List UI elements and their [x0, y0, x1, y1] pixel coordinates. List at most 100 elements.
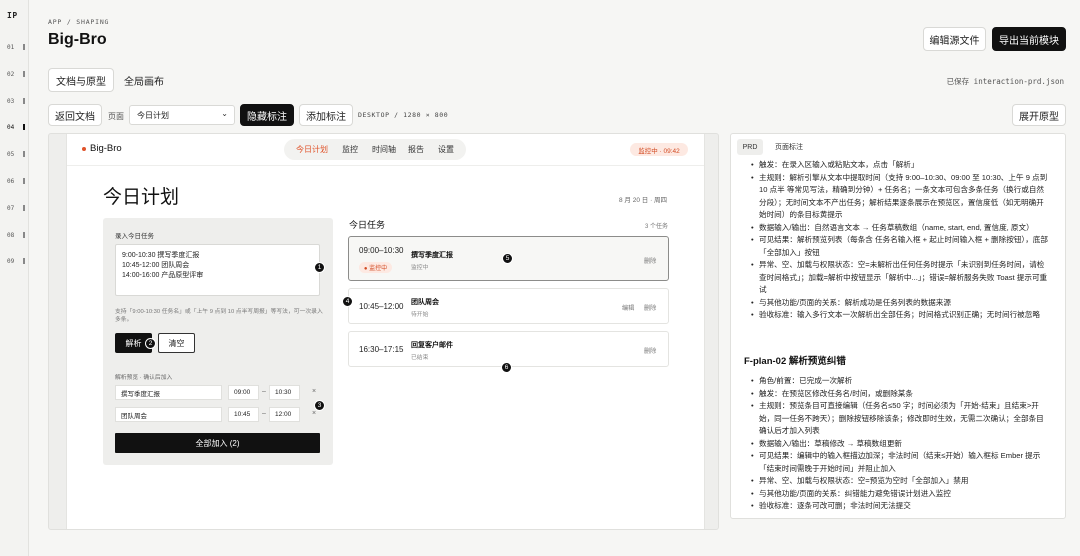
tab-global-canvas[interactable]: 全局画布 — [118, 68, 170, 92]
edit-source-button[interactable]: 编辑源文件 — [923, 27, 986, 51]
monitoring-badge: ● 监控中 — [359, 262, 392, 273]
task-name: 回复客户邮件 — [411, 342, 453, 349]
viewport-size: DESKTOP / 1280 × 800 — [358, 111, 449, 119]
task-textarea[interactable]: 9:00-10:30 撰写季度汇报 10:45-12:00 团队周会 14:00… — [115, 244, 320, 296]
prd-section-1: 触发：在录入区输入或粘贴文本，点击「解析」 主规则：解析引擎从文本中提取时间（支… — [751, 159, 1051, 322]
rail-item-marker — [23, 232, 25, 238]
textarea-line: 9:00-10:30 撰写季度汇报 — [122, 252, 200, 259]
prd-item: 异常、空、加载与权限状态：空=未解析出任何任务时提示「未识别到任务时间，请检查时… — [751, 259, 1051, 297]
rail-item-marker — [23, 151, 25, 157]
textarea-line: 14:00-16:00 产品原型评审 — [122, 272, 204, 279]
rail-item-01[interactable]: 01 — [7, 44, 14, 51]
rail-item-02[interactable]: 02 — [7, 71, 14, 78]
prd-item: 触发：在录入区输入或粘贴文本，点击「解析」 — [751, 159, 1051, 172]
rail-item-marker — [23, 178, 25, 184]
rail-item-07[interactable]: 07 — [7, 205, 14, 212]
annotation-marker-1[interactable]: 1 — [314, 262, 325, 273]
add-all-button[interactable]: 全部加入 (2) — [115, 433, 320, 453]
prd-item: 主规则：预览条目可直接编辑（任务名≤50 字；时间必须为「开始-结束」且结束>开… — [751, 400, 1051, 438]
left-rail: IP 01 02 03 04 05 06 07 08 09 — [0, 0, 29, 556]
rail-item-08[interactable]: 08 — [7, 232, 14, 239]
rail-logo: IP — [7, 11, 18, 20]
rail-item-marker — [23, 258, 25, 264]
tab-prd[interactable]: PRD — [737, 139, 763, 155]
input-panel-label: 录入今日任务 — [115, 233, 154, 240]
back-to-doc-button[interactable]: 返回文档 — [48, 104, 102, 126]
rail-item-05[interactable]: 05 — [7, 151, 14, 158]
delete-task-button[interactable]: 删除 — [644, 303, 656, 312]
brand-dot-icon — [82, 147, 86, 151]
remove-row-icon[interactable]: × — [312, 410, 316, 417]
monitor-status-badge: 监控中 · 09:42 — [630, 143, 688, 156]
proto-nav-monitor[interactable]: 监控 — [342, 144, 358, 155]
task-status: 待开始 — [411, 312, 429, 318]
export-module-button[interactable]: 导出当前模块 — [992, 27, 1066, 51]
proto-brand: Big-Bro — [90, 143, 122, 154]
task-count: 3 个任务 — [645, 224, 669, 230]
saved-status: 已保存 interaction-prd.json — [946, 77, 1064, 86]
preview-name-input[interactable]: 撰写季度汇报 — [115, 385, 222, 400]
rail-item-09[interactable]: 09 — [7, 258, 14, 265]
prd-item: 触发：在预览区修改任务名/时间，或删除某条 — [751, 388, 1051, 401]
prd-item: 可见结果：解析预览列表（每条含 任务名输入框 + 起止时间输入框 + 删除按钮）… — [751, 234, 1051, 259]
task-status: 已结束 — [411, 355, 429, 361]
preview-end-input[interactable]: 12:00 — [269, 407, 300, 422]
annotation-marker-3[interactable]: 3 — [314, 400, 325, 411]
prd-section-2: 角色/前置：已完成一次解析 触发：在预览区修改任务名/时间，或删除某条 主规则：… — [751, 375, 1051, 513]
edit-task-button[interactable]: 编辑 — [622, 303, 634, 312]
task-status: 监控中 — [411, 265, 429, 271]
page-select-label: 页面 — [108, 112, 124, 121]
task-name: 撰写季度汇报 — [411, 252, 453, 259]
annotation-marker-5[interactable]: 5 — [502, 253, 513, 264]
tab-page-annotations[interactable]: 页面标注 — [769, 139, 809, 155]
rail-item-04[interactable]: 04 — [7, 124, 14, 131]
proto-nav-timeline[interactable]: 时间轴 — [372, 144, 396, 155]
rail-item-03[interactable]: 03 — [7, 98, 14, 105]
prd-item: 数据输入/输出：自然语言文本 → 任务草稿数组（name, start, end… — [751, 222, 1051, 235]
page-select[interactable]: 今日计划 ⌄ — [129, 105, 235, 125]
prototype-frame: Big-Bro 今日计划 监控 时间轴 报告 设置 监控中 · 09:42 今日… — [66, 134, 705, 529]
page-select-value: 今日计划 — [137, 110, 169, 120]
task-name: 团队周会 — [411, 299, 439, 306]
preview-start-input[interactable]: 09:00 — [228, 385, 259, 400]
proto-nav-today[interactable]: 今日计划 — [296, 144, 328, 155]
proto-nav-settings[interactable]: 设置 — [438, 144, 454, 155]
tab-docs-prototype[interactable]: 文档与原型 — [48, 68, 114, 92]
preview-label: 解析预览 · 确认后加入 — [115, 375, 173, 381]
delete-task-button[interactable]: 删除 — [644, 256, 656, 265]
annotation-marker-4[interactable]: 4 — [342, 296, 353, 307]
time-separator: – — [262, 410, 266, 417]
task-time: 09:00–10:30 — [359, 246, 404, 255]
proto-nav-pill: 今日计划 监控 时间轴 报告 设置 — [284, 139, 466, 160]
proto-nav-report[interactable]: 报告 — [408, 144, 424, 155]
preview-name-input[interactable]: 团队周会 — [115, 407, 222, 422]
rail-item-06[interactable]: 06 — [7, 178, 14, 185]
preview-start-input[interactable]: 10:45 — [228, 407, 259, 422]
rail-item-marker — [23, 124, 25, 130]
delete-task-button[interactable]: 删除 — [644, 346, 656, 355]
task-time: 16:30–17:15 — [359, 345, 404, 354]
task-input-panel: 录入今日任务 9:00-10:30 撰写季度汇报 10:45-12:00 团队周… — [103, 218, 333, 465]
task-card[interactable]: 10:45–12:00 团队周会 待开始 编辑 删除 — [348, 288, 669, 324]
prd-item: 数据输入/输出：草稿修改 → 草稿数组更新 — [751, 438, 1051, 451]
prd-item: 验收标准：逐条可改可删；非法时间无法提交 — [751, 500, 1051, 513]
preview-end-input[interactable]: 10:30 — [269, 385, 300, 400]
textarea-line: 10:45-12:00 团队周会 — [122, 262, 190, 269]
annotation-marker-6[interactable]: 6 — [501, 362, 512, 373]
add-annotation-button[interactable]: 添加标注 — [299, 104, 353, 126]
prd-item: 与其他功能/页面的关系：解析成功是任务列表的数据来源 — [751, 297, 1051, 310]
time-separator: – — [262, 388, 266, 395]
task-card[interactable]: 09:00–10:30 撰写季度汇报 监控中 ● 监控中 删除 5 — [348, 236, 669, 281]
prd-item: 角色/前置：已完成一次解析 — [751, 375, 1051, 388]
prd-section-heading: F-plan-02 解析预览纠错 — [744, 356, 846, 367]
prd-panel: PRD 页面标注 触发：在录入区输入或粘贴文本，点击「解析」 主规则：解析引擎从… — [730, 133, 1066, 519]
annotation-marker-2[interactable]: 2 — [145, 338, 156, 349]
hide-annotations-button[interactable]: 隐藏标注 — [240, 104, 294, 126]
proto-navbar: Big-Bro 今日计划 监控 时间轴 报告 设置 监控中 · 09:42 — [67, 134, 704, 166]
clear-button[interactable]: 清空 — [158, 333, 195, 353]
status-text: 监控中 · 09:42 — [638, 147, 680, 155]
expand-prototype-button[interactable]: 展开原型 — [1012, 104, 1066, 126]
rail-item-marker — [23, 71, 25, 77]
rail-item-marker — [23, 205, 25, 211]
remove-row-icon[interactable]: × — [312, 388, 316, 395]
